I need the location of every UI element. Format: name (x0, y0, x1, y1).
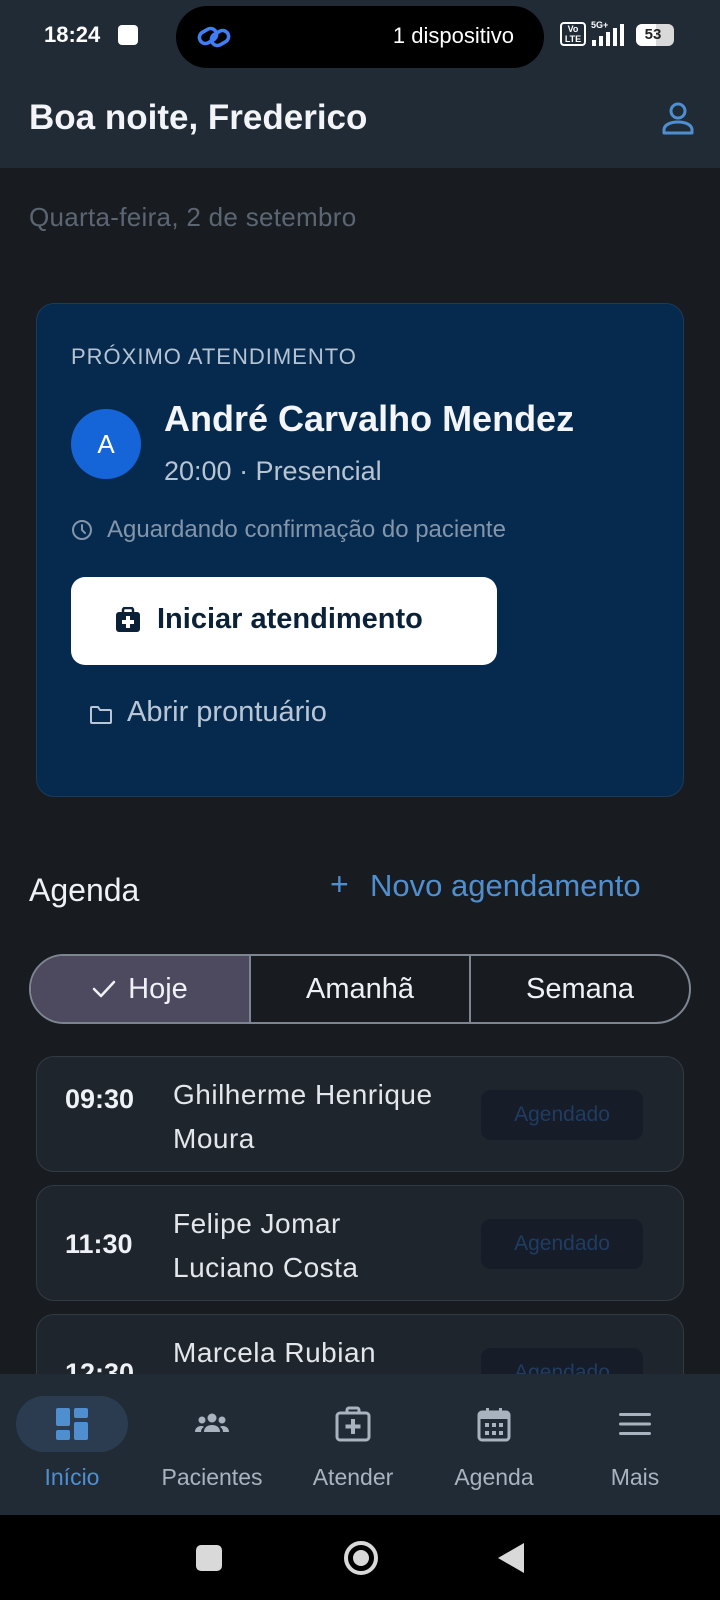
agenda-title: Agenda (29, 872, 140, 908)
current-date: Quarta-feira, 2 de setembro (29, 202, 357, 232)
status-badge: Agendado (481, 1090, 643, 1140)
page-title: Boa noite, Frederico (29, 98, 368, 137)
group-icon (195, 1413, 229, 1432)
nav-more-label: Mais (610, 1464, 660, 1490)
tab-today[interactable]: Hoje (31, 956, 251, 1022)
appointment-meta: 20:00 · Presencial (164, 456, 382, 486)
status-badge: Agendado (481, 1348, 643, 1374)
list-item[interactable]: 11:30 Felipe Jomar Luciano Costa Agendad… (36, 1185, 684, 1301)
nav-attend-label: Atender (312, 1464, 394, 1490)
nav-agenda[interactable]: Agenda (422, 1374, 566, 1515)
tab-today-label: Hoje (128, 973, 188, 1005)
person-icon[interactable] (660, 100, 696, 136)
system-nav-bar (0, 1515, 720, 1600)
patient-name: André Carvalho Mendez (164, 398, 575, 439)
nav-patients[interactable]: Pacientes (140, 1374, 284, 1515)
appointment-patient: Marcela Rubian (173, 1337, 377, 1368)
nav-home[interactable]: Início (0, 1374, 144, 1515)
status-bar: 18:24 1 dispositivo Vo LTE 5G+ 53 (0, 0, 720, 74)
list-item[interactable]: 12:30 Marcela Rubian Agendado (36, 1314, 684, 1374)
tab-tomorrow-label: Amanhã (305, 973, 414, 1005)
folder-icon (90, 706, 112, 724)
list-item[interactable]: 09:30 Ghilherme Henrique Moura Agendado (36, 1056, 684, 1172)
nav-more[interactable]: Mais (563, 1374, 707, 1515)
medical-kit-icon (116, 607, 140, 632)
start-appointment-button[interactable]: Iniciar atendimento (71, 577, 497, 665)
nav-home-label: Início (44, 1464, 100, 1490)
menu-icon (619, 1413, 651, 1435)
status-time: 18:24 (44, 22, 101, 47)
avatar: A (71, 409, 141, 479)
home-icon[interactable] (344, 1541, 378, 1575)
recents-icon[interactable] (196, 1545, 222, 1571)
appointment-time: 09:30 (65, 1084, 135, 1114)
island-text: 1 dispositivo (392, 23, 514, 48)
bottom-nav: Início Pacientes Atender Agenda Mais (0, 1374, 720, 1515)
clock-icon (72, 520, 92, 540)
nav-attend[interactable]: Atender (281, 1374, 425, 1515)
volte-icon: Vo LTE (560, 22, 586, 46)
nav-patients-label: Pacientes (161, 1464, 263, 1490)
start-appointment-label: Iniciar atendimento (157, 603, 423, 635)
open-record-label: Abrir prontuário (127, 696, 327, 728)
tab-week-label: Semana (525, 973, 634, 1005)
app-header: Boa noite, Frederico (0, 74, 720, 168)
signal-icon: 5G+ (591, 20, 624, 46)
agenda-list[interactable]: 09:30 Ghilherme Henrique Moura Agendado … (0, 1056, 720, 1374)
status-icons: Vo LTE 5G+ 53 (560, 20, 680, 50)
new-appointment-label: Novo agendamento (370, 868, 641, 903)
dynamic-island[interactable]: 1 dispositivo (176, 6, 544, 68)
appointment-time: 11:30 (65, 1229, 133, 1259)
next-appointment-card: PRÓXIMO ATENDIMENTO A André Carvalho Men… (36, 303, 684, 797)
tab-week[interactable]: Semana (471, 956, 689, 1022)
battery-icon: 53 (636, 24, 674, 46)
appointment-patient: Felipe Jomar Luciano Costa (173, 1208, 359, 1283)
appointment-time: 12:30 (65, 1358, 135, 1374)
svg-text:5G+: 5G+ (591, 20, 608, 30)
check-icon (92, 980, 116, 998)
status-text: Aguardando confirmação do paciente (107, 516, 506, 543)
dashboard-icon (56, 1408, 88, 1440)
nav-agenda-label: Agenda (454, 1464, 534, 1490)
appointment-patient: Ghilherme Henrique Moura (173, 1079, 433, 1154)
back-icon[interactable] (498, 1543, 524, 1573)
notification-icon (118, 25, 138, 45)
agenda-filter: Hoje Amanhã Semana (29, 954, 691, 1024)
link-icon (197, 26, 231, 48)
status-badge: Agendado (481, 1219, 643, 1269)
card-kicker: PRÓXIMO ATENDIMENTO (71, 344, 357, 369)
plus-icon: + (330, 866, 349, 902)
tab-tomorrow[interactable]: Amanhã (251, 956, 471, 1022)
calendar-icon (477, 1408, 511, 1442)
battery-level: 53 (644, 26, 662, 43)
medical-kit-icon (335, 1406, 371, 1442)
